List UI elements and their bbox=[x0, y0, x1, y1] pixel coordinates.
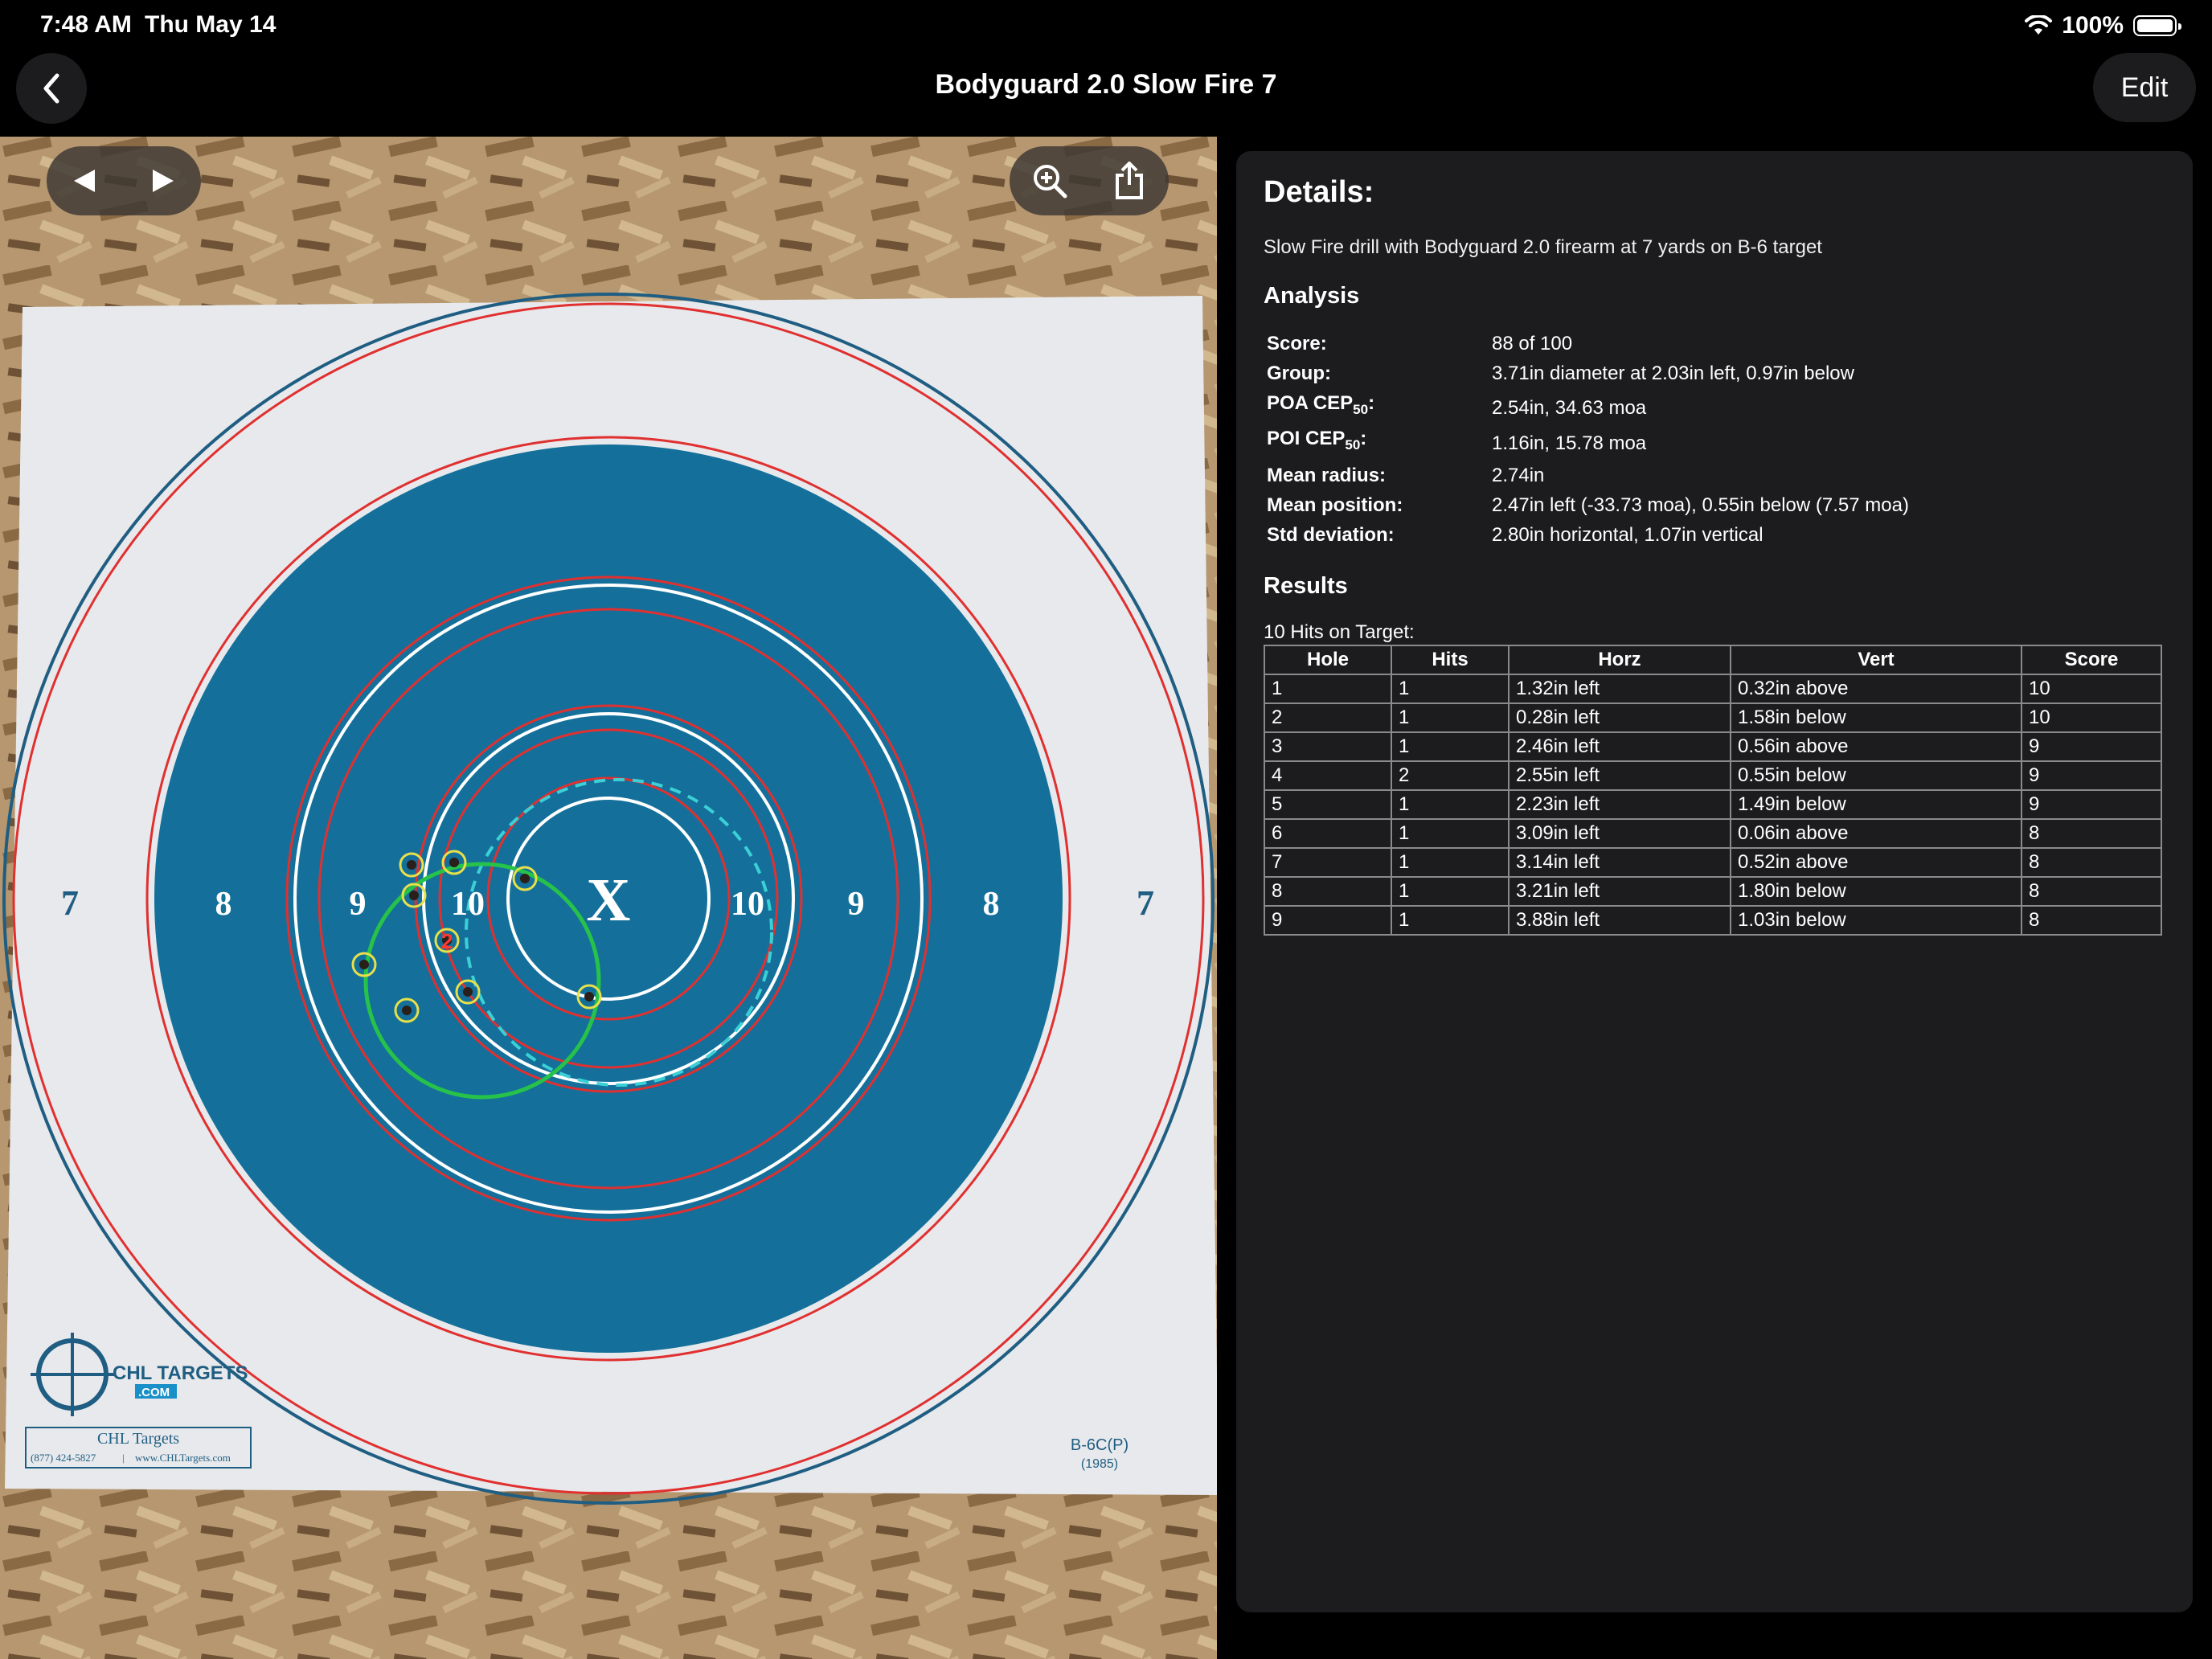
target-photo[interactable]: 2 7 8 9 10 X 10 9 8 7 CHL TARGETS .COM C… bbox=[0, 137, 1217, 1659]
target-year: (1985) bbox=[1081, 1457, 1118, 1471]
hole-number-label: 2 bbox=[441, 929, 453, 953]
table-row: 6 1 3.09in left 0.06in above 8 bbox=[1264, 818, 2162, 849]
ring-label: 8 bbox=[215, 886, 232, 923]
ring-label: 9 bbox=[350, 886, 367, 923]
table-header-row: Hole Hits Horz Vert Score bbox=[1264, 645, 2162, 675]
details-description: Slow Fire drill with Bodyguard 2.0 firea… bbox=[1264, 236, 1822, 258]
footer-separator: | bbox=[122, 1452, 125, 1464]
ring-label: 10 bbox=[451, 886, 485, 923]
table-row: 3 1 2.46in left 0.56in above 9 bbox=[1264, 731, 2162, 762]
chevron-left-icon bbox=[43, 73, 59, 104]
target-image: 2 7 8 9 10 X 10 9 8 7 CHL TARGETS .COM C… bbox=[0, 137, 1217, 1659]
image-action-controls bbox=[1010, 146, 1169, 215]
previous-button[interactable] bbox=[53, 149, 117, 213]
zoom-in-icon bbox=[1033, 165, 1067, 199]
svg-text:CHL TARGETS: CHL TARGETS bbox=[113, 1362, 248, 1384]
analysis-heading: Analysis bbox=[1264, 283, 1360, 309]
column-header: Hole bbox=[1264, 645, 1392, 675]
ring-label: 9 bbox=[848, 886, 865, 923]
footer-url: www.CHLTargets.com bbox=[135, 1452, 231, 1464]
ring-label-x: X bbox=[587, 866, 631, 934]
table-row: 9 1 3.88in left 1.03in below 8 bbox=[1264, 905, 2162, 936]
table-row: 7 1 3.14in left 0.52in above 8 bbox=[1264, 847, 2162, 878]
results-table: Hole Hits Horz Vert Score 1 1 1.32in left 0… bbox=[1264, 645, 2162, 936]
details-heading: Details: bbox=[1264, 175, 1374, 209]
battery-percent: 100% bbox=[2062, 12, 2124, 39]
ring-label: 8 bbox=[983, 886, 1000, 923]
battery-icon bbox=[2133, 15, 2181, 36]
svg-text:.COM: .COM bbox=[138, 1386, 170, 1399]
table-row: 5 1 2.23in left 1.49in below 9 bbox=[1264, 789, 2162, 820]
zoom-button[interactable] bbox=[1018, 149, 1082, 213]
status-time: 7:48 AM bbox=[40, 11, 132, 38]
target-code: B-6C(P) bbox=[1071, 1436, 1129, 1454]
column-header: Hits bbox=[1391, 645, 1509, 675]
table-row: 8 1 3.21in left 1.80in below 8 bbox=[1264, 876, 2162, 907]
next-button[interactable] bbox=[130, 149, 195, 213]
ring-label: 7 bbox=[1137, 883, 1154, 923]
column-header: Score bbox=[2021, 645, 2162, 675]
status-date: Thu May 14 bbox=[145, 11, 276, 38]
edit-button[interactable]: Edit bbox=[2093, 53, 2196, 122]
wifi-icon bbox=[2025, 15, 2053, 35]
share-icon bbox=[1115, 162, 1143, 199]
table-row: 4 2 2.55in left 0.55in below 9 bbox=[1264, 760, 2162, 791]
footer-name: CHL Targets bbox=[97, 1430, 179, 1448]
table-row: 1 1 1.32in left 0.32in above 10 bbox=[1264, 674, 2162, 704]
results-heading: Results bbox=[1264, 573, 1348, 599]
image-nav-controls bbox=[47, 146, 201, 215]
back-button[interactable] bbox=[16, 53, 87, 124]
status-right: 100% bbox=[2025, 11, 2181, 40]
triangle-left-icon bbox=[74, 170, 95, 192]
details-panel: Details: Slow Fire drill with Bodyguard … bbox=[1236, 151, 2193, 1612]
status-bar: 7:48 AM Thu May 14 100% bbox=[0, 0, 2212, 51]
triangle-right-icon bbox=[153, 170, 174, 192]
column-header: Vert bbox=[1730, 645, 2022, 675]
share-button[interactable] bbox=[1097, 149, 1161, 213]
table-row: 2 1 0.28in left 1.58in below 10 bbox=[1264, 703, 2162, 733]
ring-label: 10 bbox=[731, 886, 764, 923]
ring-label: 7 bbox=[61, 883, 79, 923]
column-header: Horz bbox=[1508, 645, 1731, 675]
footer-phone: (877) 424-5827 bbox=[31, 1452, 96, 1464]
hits-label: 10 Hits on Target: bbox=[1264, 621, 1415, 643]
page-title: Bodyguard 2.0 Slow Fire 7 bbox=[935, 69, 1277, 100]
